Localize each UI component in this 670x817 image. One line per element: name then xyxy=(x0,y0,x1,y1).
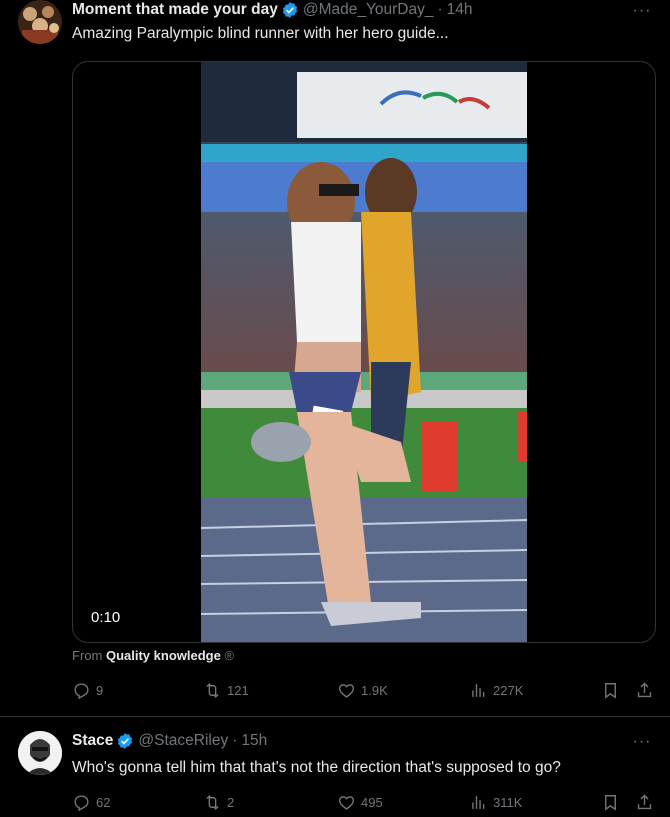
retweet-icon xyxy=(206,795,219,810)
tweet-text: Amazing Paralympic blind runner with her… xyxy=(72,25,449,42)
share-icon[interactable] xyxy=(635,793,654,817)
tweet-header: Moment that made your day @Made_YourDay_… xyxy=(72,1,630,19)
video-frame[interactable] xyxy=(201,62,527,642)
view-count: 227K xyxy=(493,683,524,698)
view-count: 311K xyxy=(493,795,523,810)
more-icon[interactable]: ··· xyxy=(630,733,654,751)
separator: · xyxy=(232,732,238,749)
verified-badge-icon[interactable] xyxy=(281,1,299,19)
timestamp[interactable]: 14h xyxy=(447,1,473,19)
timestamp[interactable]: 15h xyxy=(241,732,267,750)
retweet-button[interactable]: 121 xyxy=(203,681,249,700)
separator: · xyxy=(437,1,443,18)
source-link[interactable]: Quality knowledge xyxy=(106,648,221,663)
retweet-count: 121 xyxy=(227,683,249,698)
reply-count: 9 xyxy=(96,683,104,698)
handle[interactable]: @Made_YourDay_ xyxy=(303,1,434,19)
from-prefix: From xyxy=(72,648,103,663)
display-name[interactable]: Moment that made your day xyxy=(72,1,278,19)
retweet-count: 2 xyxy=(227,795,235,810)
like-count: 495 xyxy=(361,795,383,810)
tweet-header: Stace @StaceRiley · 15h xyxy=(72,732,630,750)
views-icon xyxy=(472,684,485,697)
like-icon xyxy=(338,796,355,810)
share-icon[interactable] xyxy=(635,681,654,705)
retweet-icon xyxy=(206,683,219,698)
bookmark-icon[interactable] xyxy=(601,681,620,705)
more-icon[interactable]: ··· xyxy=(630,2,654,20)
tweet[interactable]: Moment that made your day @Made_YourDay_… xyxy=(0,0,670,717)
reply-button[interactable]: 62 xyxy=(72,793,110,812)
avatar[interactable] xyxy=(18,731,62,775)
tweet-actions: 62 2 495 311K xyxy=(72,793,656,813)
display-name[interactable]: Stace xyxy=(72,732,113,750)
source-attribution: From Quality knowledge ® xyxy=(72,648,234,663)
views-icon xyxy=(472,796,485,809)
reply-icon xyxy=(74,683,89,700)
tweet[interactable]: Stace @StaceRiley · 15h ··· Who's gonna … xyxy=(0,717,670,814)
bookmark-icon[interactable] xyxy=(601,793,620,817)
views-button[interactable]: 227K xyxy=(469,681,523,700)
reply-icon xyxy=(74,795,89,812)
video-player[interactable]: 0:10 xyxy=(72,61,656,643)
views-button[interactable]: 311K xyxy=(469,793,522,812)
tweet-text: Who's gonna tell him that that's not the… xyxy=(72,759,561,776)
reply-count: 62 xyxy=(96,795,111,810)
retweet-button[interactable]: 2 xyxy=(203,793,234,812)
handle[interactable]: @StaceRiley xyxy=(138,732,228,750)
like-icon xyxy=(338,684,355,698)
like-count: 1.9K xyxy=(361,683,388,698)
avatar[interactable] xyxy=(18,0,62,44)
reply-button[interactable]: 9 xyxy=(72,681,103,700)
like-button[interactable]: 1.9K xyxy=(337,681,388,700)
verified-badge-icon[interactable] xyxy=(116,732,134,750)
tweet-actions: 9 121 1.9K 227K xyxy=(72,681,656,701)
registered-icon: ® xyxy=(224,648,235,663)
like-button[interactable]: 495 xyxy=(337,793,383,812)
video-duration: 0:10 xyxy=(91,609,121,626)
